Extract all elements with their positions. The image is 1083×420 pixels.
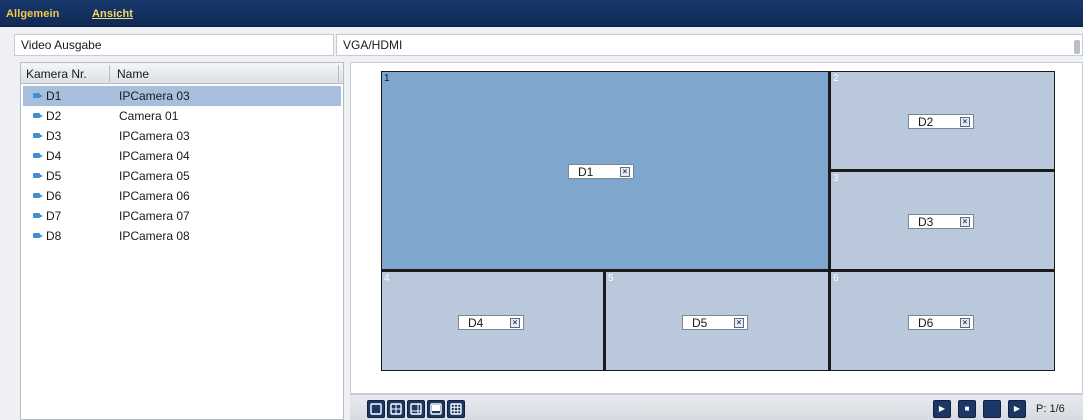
stop-icon[interactable]: ■ (958, 400, 976, 418)
remove-channel-icon[interactable]: × (960, 117, 970, 127)
table-row[interactable]: D6 IPCamera 06 (23, 186, 341, 206)
layout-2x2-icon[interactable] (387, 400, 405, 418)
camera-number: D1 (46, 89, 62, 103)
channel-chip: D5 × (682, 315, 748, 330)
window-number: 4 (384, 273, 390, 284)
scrollbar-thumb[interactable] (1074, 40, 1080, 54)
camera-number: D5 (46, 169, 62, 183)
next-icon[interactable]: ▶ (1008, 400, 1026, 418)
video-output-select[interactable]: VGA/HDMI (336, 34, 1083, 56)
camera-icon (33, 233, 43, 239)
page-indicator: P: 1/6 (1036, 403, 1065, 415)
column-header-nr[interactable]: Kamera Nr. (26, 67, 87, 81)
channel-chip: D6 × (908, 315, 974, 330)
view-window-6[interactable]: 6 D6 × (831, 272, 1054, 370)
camera-number: D3 (46, 129, 62, 143)
camera-name: IPCamera 04 (119, 149, 190, 163)
top-menu-bar: Allgemein Ansicht (0, 0, 1083, 27)
table-row[interactable]: D1 IPCamera 03 (23, 86, 341, 106)
remove-channel-icon[interactable]: × (510, 318, 520, 328)
table-row[interactable]: D8 IPCamera 08 (23, 226, 341, 246)
window-number: 3 (833, 173, 839, 184)
channel-chip: D1 × (568, 164, 634, 179)
channel-chip: D2 × (908, 114, 974, 129)
camera-number: D8 (46, 229, 62, 243)
window-number: 6 (833, 273, 839, 284)
camera-icon (33, 93, 43, 99)
camera-name: IPCamera 08 (119, 229, 190, 243)
remove-channel-icon[interactable]: × (960, 318, 970, 328)
channel-label: D1 (578, 165, 594, 179)
video-output-label: Video Ausgabe (14, 34, 334, 56)
view-window-5[interactable]: 5 D5 × (606, 272, 828, 370)
remove-channel-icon[interactable]: × (620, 167, 630, 177)
channel-label: D4 (468, 316, 484, 330)
camera-name: IPCamera 03 (119, 129, 190, 143)
view-window-2[interactable]: 2 D2 × (831, 72, 1054, 169)
camera-name: IPCamera 03 (119, 89, 190, 103)
camera-icon (33, 173, 43, 179)
window-number: 1 (384, 73, 390, 84)
blank-icon[interactable] (983, 400, 1001, 418)
layout-1plus7-icon[interactable] (427, 400, 445, 418)
camera-name: IPCamera 05 (119, 169, 190, 183)
camera-list: Kamera Nr. Name D1 IPCamera 03 D2 Camera 01… (20, 62, 344, 420)
view-window-1[interactable]: 1 D1 × (382, 72, 828, 269)
table-row[interactable]: D5 IPCamera 05 (23, 166, 341, 186)
channel-label: D3 (918, 215, 934, 229)
camera-name: IPCamera 07 (119, 209, 190, 223)
camera-name: IPCamera 06 (119, 189, 190, 203)
remove-channel-icon[interactable]: × (734, 318, 744, 328)
tab-allgemein[interactable]: Allgemein (6, 8, 59, 20)
layout-1x1-icon[interactable] (367, 400, 385, 418)
channel-label: D5 (692, 316, 708, 330)
channel-chip: D4 × (458, 315, 524, 330)
view-window-4[interactable]: 4 D4 × (382, 272, 603, 370)
camera-number: D6 (46, 189, 62, 203)
camera-number: D7 (46, 209, 62, 223)
table-row[interactable]: D4 IPCamera 04 (23, 146, 341, 166)
window-number: 5 (608, 273, 614, 284)
camera-icon (33, 213, 43, 219)
layout-1plus5-icon[interactable] (407, 400, 425, 418)
remove-channel-icon[interactable]: × (960, 217, 970, 227)
camera-icon (33, 133, 43, 139)
camera-icon (33, 153, 43, 159)
channel-label: D2 (918, 115, 934, 129)
camera-icon (33, 193, 43, 199)
play-icon[interactable]: ▶ (933, 400, 951, 418)
column-header-name[interactable]: Name (117, 67, 149, 81)
layout-grid: 1 D1 × 2 D2 × 3 D3 × 4 D4 × 5 D5 × 6 D6 … (381, 71, 1055, 371)
table-row[interactable]: D7 IPCamera 07 (23, 206, 341, 226)
channel-chip: D3 × (908, 214, 974, 229)
tab-ansicht[interactable]: Ansicht (92, 8, 133, 20)
camera-list-header: Kamera Nr. Name (21, 63, 343, 84)
camera-number: D4 (46, 149, 62, 163)
layout-3x3-icon[interactable] (447, 400, 465, 418)
table-row[interactable]: D3 IPCamera 03 (23, 126, 341, 146)
camera-icon (33, 113, 43, 119)
camera-number: D2 (46, 109, 62, 123)
channel-label: D6 (918, 316, 934, 330)
table-row[interactable]: D2 Camera 01 (23, 106, 341, 126)
camera-name: Camera 01 (119, 109, 179, 123)
view-window-3[interactable]: 3 D3 × (831, 172, 1054, 269)
window-number: 2 (833, 73, 839, 84)
